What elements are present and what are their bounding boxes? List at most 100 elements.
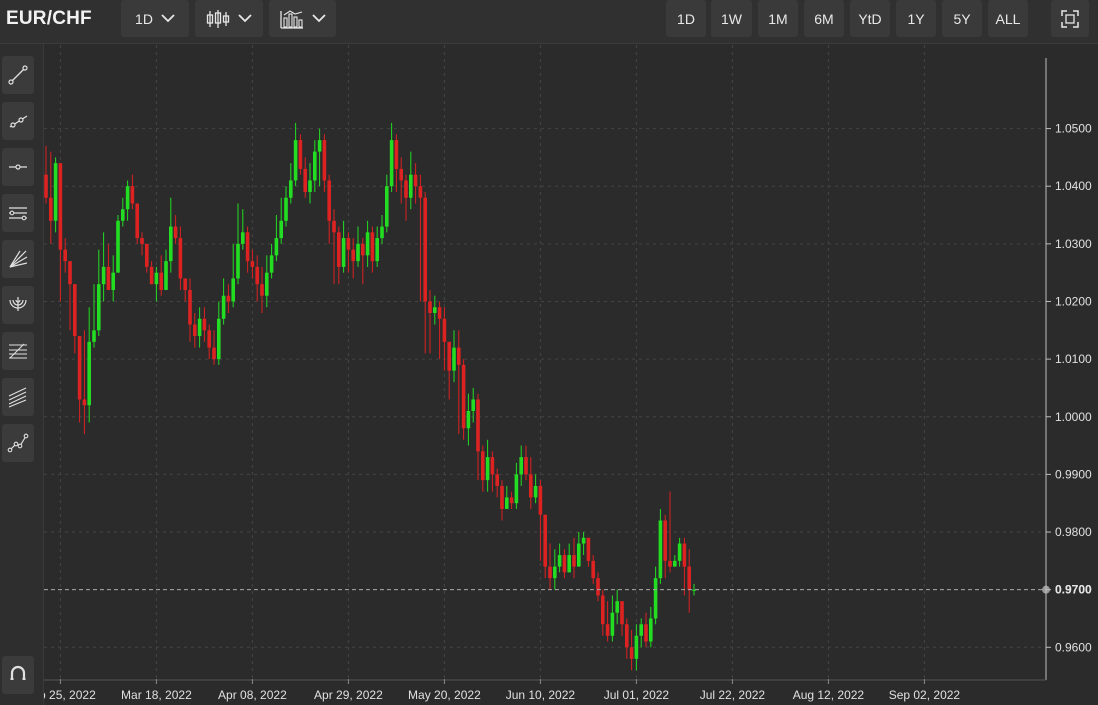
candle-body xyxy=(461,364,466,429)
interval-label: 1D xyxy=(135,10,153,27)
y-tick-label: 0.9800 xyxy=(1055,525,1092,539)
candle-body xyxy=(92,330,96,342)
tool-ray-line[interactable] xyxy=(2,102,34,140)
range-button-1d[interactable]: 1D xyxy=(666,0,706,37)
x-tick-label: May 20, 2022 xyxy=(408,688,481,702)
candle-body xyxy=(404,180,408,198)
candle-body xyxy=(428,301,432,314)
candle-body xyxy=(245,232,250,262)
candle-body xyxy=(97,284,101,331)
candle-body xyxy=(442,318,447,342)
candle-down xyxy=(298,134,303,175)
candle-body xyxy=(519,457,523,475)
tool-fibonacci-channel[interactable] xyxy=(2,378,34,416)
candle-body xyxy=(250,261,255,267)
candle-down xyxy=(135,203,139,244)
candle-body xyxy=(236,243,240,279)
candle-body xyxy=(577,543,581,567)
tool-arcs[interactable] xyxy=(2,286,34,324)
x-tick-label: Jun 10, 2022 xyxy=(506,688,576,702)
parallel-channel-icon xyxy=(9,207,27,221)
tool-parallel-channel[interactable] xyxy=(2,194,34,232)
candle-body xyxy=(337,232,341,267)
range-button-5y[interactable]: 5Y xyxy=(942,0,982,37)
candle-body xyxy=(260,284,264,296)
x-tick-label: Apr 29, 2022 xyxy=(314,688,383,702)
y-tick-label: 1.0000 xyxy=(1055,410,1092,424)
candle-body xyxy=(572,555,576,567)
tool-polyline[interactable] xyxy=(2,424,34,462)
candle-body xyxy=(509,497,514,504)
y-tick-label: 1.0400 xyxy=(1055,179,1092,193)
candlestick-chart[interactable]: 0.9700 0.9600 0.9700 0.9800 0.9900 1.0000 1.0… xyxy=(0,0,1098,705)
candle-body xyxy=(399,168,403,181)
indicators-dropdown[interactable] xyxy=(269,0,336,37)
candle-body xyxy=(423,197,427,302)
range-button-1w[interactable]: 1W xyxy=(711,0,752,37)
candle-body xyxy=(303,168,307,192)
candle-body xyxy=(567,555,571,573)
candle-body xyxy=(543,514,547,567)
candle-body xyxy=(605,624,610,636)
candle-body xyxy=(433,307,437,314)
candle-body xyxy=(265,272,269,296)
candle-body xyxy=(255,266,259,285)
candle-body xyxy=(159,272,163,290)
candle-body xyxy=(293,140,298,181)
candle-body xyxy=(188,289,192,325)
candle-body xyxy=(327,180,331,221)
candle-body xyxy=(682,543,687,567)
tool-trend-line[interactable] xyxy=(2,56,34,94)
y-tick-label: 1.0200 xyxy=(1055,294,1092,308)
candle-up xyxy=(116,215,120,273)
candle-body xyxy=(495,474,499,486)
candle-body xyxy=(452,347,456,371)
range-button-ytd[interactable]: YtD xyxy=(850,0,890,37)
candle-body xyxy=(140,238,144,244)
tool-fibonacci-retracement[interactable] xyxy=(2,332,34,370)
candle-body xyxy=(298,140,303,169)
range-button-all[interactable]: ALL xyxy=(988,0,1028,37)
candle-body xyxy=(591,560,595,579)
candle-body xyxy=(437,307,442,319)
candle-body xyxy=(413,174,418,187)
candle-body xyxy=(135,203,139,239)
candle-body xyxy=(202,318,207,331)
candle-body xyxy=(269,255,274,273)
fullscreen-button[interactable] xyxy=(1051,0,1089,37)
candle-body xyxy=(418,186,423,198)
candle-body xyxy=(533,485,538,498)
candle-body xyxy=(471,399,475,411)
candle-body xyxy=(226,295,231,302)
x-tick-label: Apr 08, 2022 xyxy=(218,688,287,702)
candle-body xyxy=(231,278,235,302)
y-tick-label: 1.0300 xyxy=(1055,237,1092,251)
candle-body xyxy=(274,238,279,256)
candle-body xyxy=(63,249,67,262)
candlestick-icon xyxy=(206,9,230,28)
range-button-6m[interactable]: 6M xyxy=(804,0,844,37)
interval-dropdown[interactable]: 1D xyxy=(121,0,189,37)
drawing-tools-sidebar xyxy=(0,44,44,705)
candle-body xyxy=(639,624,643,636)
candle-body xyxy=(289,180,293,198)
magnet-button[interactable] xyxy=(2,656,34,694)
chart-style-dropdown[interactable] xyxy=(195,0,263,37)
x-tick-label: Jul 01, 2022 xyxy=(604,688,670,702)
tool-horizontal-line[interactable] xyxy=(2,148,34,186)
candle-body xyxy=(634,635,639,659)
candle-body xyxy=(673,560,677,567)
range-button-1m[interactable]: 1M xyxy=(758,0,798,37)
candle-body xyxy=(629,647,634,659)
range-button-1y[interactable]: 1Y xyxy=(896,0,936,37)
fibonacci-retracement-icon xyxy=(9,343,27,359)
candle-body xyxy=(490,457,495,475)
candle-body xyxy=(447,341,451,371)
candle-body xyxy=(212,347,216,360)
candle-body xyxy=(101,266,106,285)
candle-body xyxy=(658,520,663,579)
symbol-title: EUR/CHF xyxy=(6,8,92,29)
candle-body xyxy=(341,238,346,267)
tool-fan-lines[interactable] xyxy=(2,240,34,278)
x-axis: Feb 25, 2022 Mar 18, 2022 Apr 08, 2022 Apr … xyxy=(25,679,960,702)
